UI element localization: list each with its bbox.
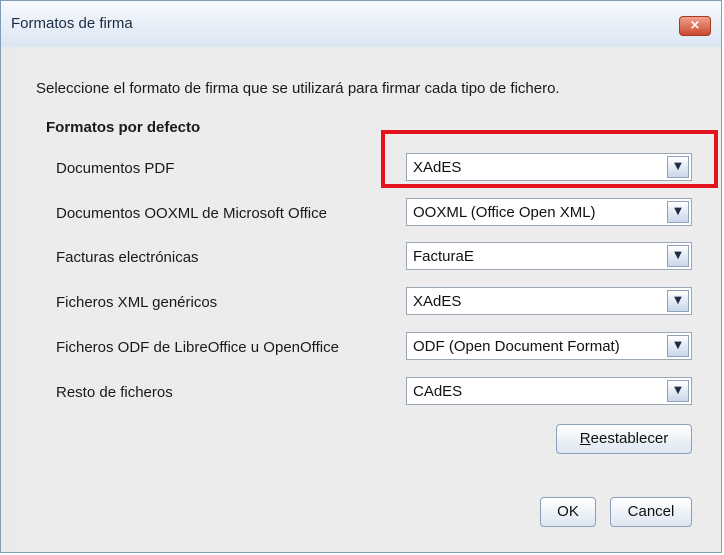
label-xml: Ficheros XML genéricos <box>56 294 218 311</box>
label-odf: Ficheros ODF de LibreOffice u OpenOffice <box>56 339 339 356</box>
select-value: ODF (Open Document Format) <box>413 338 620 355</box>
select-value: FacturaE <box>413 248 474 265</box>
cancel-button[interactable]: Cancel <box>610 497 692 527</box>
window-title: Formatos de firma <box>11 15 133 32</box>
select-value: XAdES <box>413 293 462 310</box>
label-resto: Resto de ficheros <box>56 384 173 401</box>
chevron-down-icon[interactable]: ▼ <box>667 335 689 357</box>
select-value: OOXML (Office Open XML) <box>413 204 596 221</box>
reset-label: eestablecer <box>590 430 669 447</box>
close-button[interactable]: × <box>679 16 711 36</box>
close-icon: × <box>689 18 701 33</box>
reset-button[interactable]: Reestablecer <box>556 424 692 454</box>
left-edge <box>1 47 15 552</box>
select-xml[interactable]: XAdES ▼ <box>406 287 692 315</box>
chevron-down-icon[interactable]: ▼ <box>667 245 689 267</box>
select-facturas[interactable]: FacturaE ▼ <box>406 242 692 270</box>
reset-mnemonic: R <box>579 430 591 447</box>
select-value: CAdES <box>413 383 463 400</box>
label-documentos-ooxml: Documentos OOXML de Microsoft Office <box>56 205 327 222</box>
chevron-down-icon[interactable]: ▼ <box>667 201 689 223</box>
label-documentos-pdf: Documentos PDF <box>56 160 175 177</box>
select-resto[interactable]: CAdES ▼ <box>406 377 692 405</box>
select-odf[interactable]: ODF (Open Document Format) ▼ <box>406 332 692 360</box>
title-bar: Formatos de firma × <box>1 1 721 48</box>
highlight-box <box>381 130 718 188</box>
section-title: Formatos por defecto <box>46 119 201 136</box>
instructions-text: Seleccione el formato de firma que se ut… <box>36 80 560 97</box>
ok-button[interactable]: OK <box>540 497 596 527</box>
chevron-down-icon[interactable]: ▼ <box>667 380 689 402</box>
label-facturas: Facturas electrónicas <box>56 249 199 266</box>
chevron-down-icon[interactable]: ▼ <box>667 290 689 312</box>
select-documentos-ooxml[interactable]: OOXML (Office Open XML) ▼ <box>406 198 692 226</box>
